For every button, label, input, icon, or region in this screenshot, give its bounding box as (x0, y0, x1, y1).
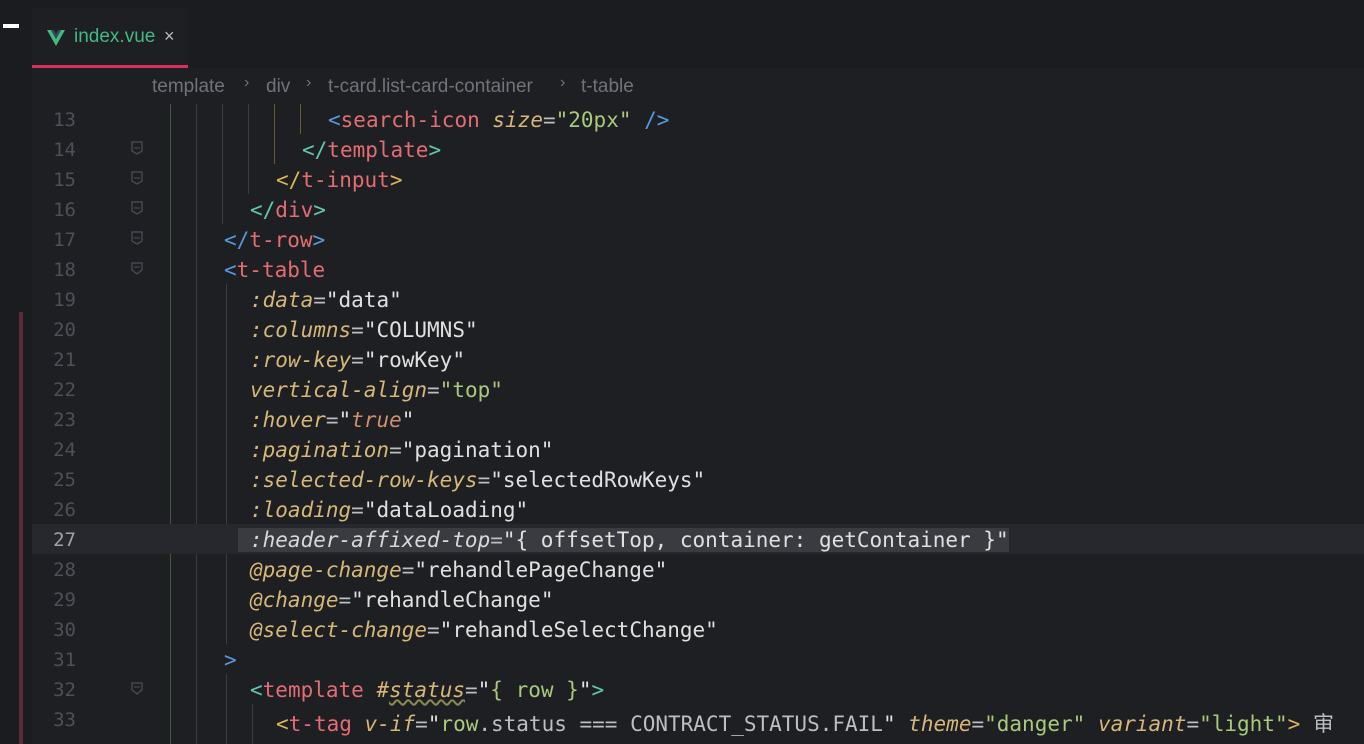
line-number: 14 (53, 139, 76, 161)
line-number: 29 (53, 589, 76, 611)
fold-end-icon[interactable] (129, 170, 145, 186)
code-text: :columns="COLUMNS" (250, 318, 478, 342)
breadcrumb-item[interactable]: div (266, 76, 290, 98)
chevron-right-icon: › (560, 74, 566, 91)
fold-end-icon[interactable] (129, 140, 145, 156)
code-text: <template #status="{ row }"> (250, 678, 605, 702)
line-number: 30 (53, 619, 76, 641)
code-line[interactable]: 23 :hover="true" (32, 404, 1364, 434)
line-number: 27 (53, 529, 76, 551)
code-line[interactable]: 28 @page-change="rehandlePageChange" (32, 554, 1364, 584)
code-text: <search-icon size="20px" /> (328, 108, 670, 132)
close-icon[interactable]: × (164, 26, 175, 47)
code-line[interactable]: 22 vertical-align="top" (32, 374, 1364, 404)
tab-label: index.vue (74, 26, 156, 47)
chevron-right-icon: › (244, 74, 250, 91)
code-line[interactable]: 31 > (32, 644, 1364, 674)
line-number: 26 (53, 499, 76, 521)
code-text: </template> (302, 138, 442, 162)
code-text: @change="rehandleChange" (250, 588, 554, 612)
code-line[interactable]: 18 <t-table (32, 254, 1364, 284)
line-number: 20 (53, 319, 76, 341)
line-number: 25 (53, 469, 76, 491)
line-number: 33 (53, 709, 76, 731)
fold-end-icon[interactable] (129, 230, 145, 246)
breadcrumb-item[interactable]: template (152, 76, 225, 98)
line-number: 24 (53, 439, 76, 461)
line-number: 31 (53, 649, 76, 671)
code-text: > (224, 648, 237, 672)
code-text: :data="data" (250, 288, 402, 312)
breadcrumb-item[interactable]: t-table (581, 76, 634, 98)
code-text: @page-change="rehandlePageChange" (250, 558, 668, 582)
code-text: :header-affixed-top="{ offsetTop, contai… (238, 528, 1009, 552)
vue-icon (47, 30, 65, 46)
code-text: :selected-row-keys="selectedRowKeys" (250, 468, 706, 492)
code-line[interactable]: 24 :pagination="pagination" (32, 434, 1364, 464)
line-number: 21 (53, 349, 76, 371)
fold-start-icon[interactable] (129, 680, 145, 696)
code-text: :pagination="pagination" (250, 438, 554, 462)
fold-end-icon[interactable] (129, 200, 145, 216)
line-number: 23 (53, 409, 76, 431)
line-number: 17 (53, 229, 76, 251)
code-line[interactable]: 26 :loading="dataLoading" (32, 494, 1364, 524)
line-number: 19 (53, 289, 76, 311)
code-text: </t-row> (224, 228, 326, 252)
line-number: 28 (53, 559, 76, 581)
code-line[interactable]: 15 </t-input> (32, 164, 1364, 194)
code-text: :hover="true" (250, 408, 415, 432)
line-number: 16 (53, 199, 76, 221)
code-text: </t-input> (276, 168, 403, 192)
code-line[interactable]: 32 <template #status="{ row }"> (32, 674, 1364, 704)
code-line[interactable]: 29 @change="rehandleChange" (32, 584, 1364, 614)
code-text: vertical-align="top" (250, 378, 503, 402)
code-line[interactable]: 13 <search-icon size="20px" /> (32, 104, 1364, 134)
tab-index-vue[interactable]: index.vue × (32, 8, 188, 68)
fold-start-icon[interactable] (129, 260, 145, 276)
line-number: 18 (53, 259, 76, 281)
tab-bar: index.vue × (32, 0, 1364, 69)
line-number: 13 (53, 109, 76, 131)
chevron-right-icon: › (306, 74, 312, 91)
code-line-partial[interactable] (32, 734, 1364, 744)
code-text: <t-table (224, 258, 326, 282)
breadcrumb: template › div › t-card.list-card-contai… (32, 68, 1364, 104)
activity-bar (0, 0, 32, 744)
code-text: </div> (250, 198, 326, 222)
code-text: :row-key="rowKey" (250, 348, 465, 372)
code-line[interactable]: 33 <t-tag v-if="row.status === CONTRACT_… (32, 704, 1364, 736)
line-number: 15 (53, 169, 76, 191)
change-marker (19, 312, 23, 744)
code-line[interactable]: 16 </div> (32, 194, 1364, 224)
code-editor[interactable]: 13 <search-icon size="20px" /> 14 </temp… (32, 104, 1364, 744)
code-line[interactable]: 25 :selected-row-keys="selectedRowKeys" (32, 464, 1364, 494)
line-number: 22 (53, 379, 76, 401)
code-line[interactable]: 20 :columns="COLUMNS" (32, 314, 1364, 344)
code-line[interactable]: 30 @select-change="rehandleSelectChange" (32, 614, 1364, 644)
code-text: @select-change="rehandleSelectChange" (250, 618, 718, 642)
code-line[interactable]: 17 </t-row> (32, 224, 1364, 254)
code-text: :loading="dataLoading" (250, 498, 529, 522)
code-line-current[interactable]: 27 :header-affixed-top="{ offsetTop, con… (32, 524, 1364, 554)
breadcrumb-item[interactable]: t-card.list-card-container (328, 76, 533, 98)
code-line[interactable]: 14 </template> (32, 134, 1364, 164)
code-line[interactable]: 21 :row-key="rowKey" (32, 344, 1364, 374)
menu-icon[interactable] (3, 24, 19, 28)
code-line[interactable]: 19 :data="data" (32, 284, 1364, 314)
line-number: 32 (53, 679, 76, 701)
